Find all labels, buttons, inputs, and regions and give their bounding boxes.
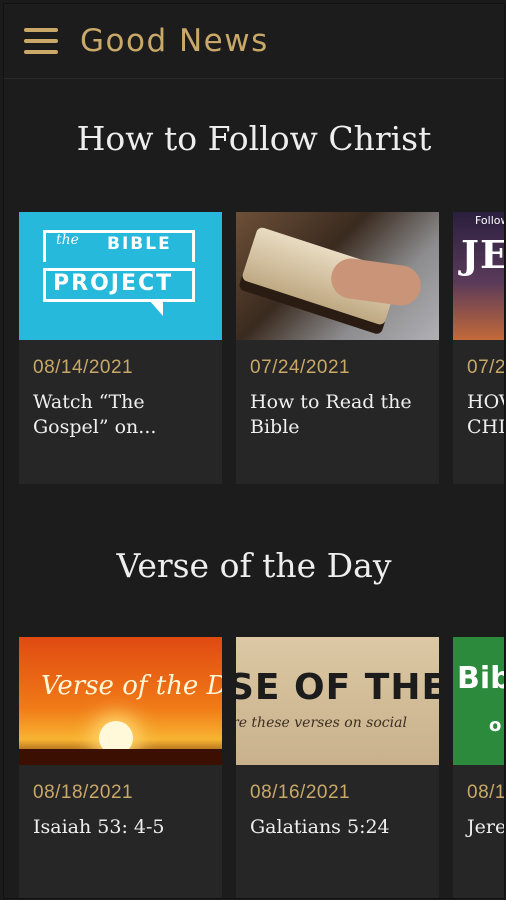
section-title-verse-of-the-day: Verse of the Day (116, 546, 392, 585)
post-title: Isaiah 53: 4-5 (33, 816, 165, 838)
section-title-follow-christ: How to Follow Christ (76, 119, 432, 158)
post-date: 07/24/2021 (250, 357, 351, 378)
post-title: How to Read the Bible (250, 391, 412, 438)
bible-green-thumbnail: Bib o (453, 637, 504, 765)
bible-project-thumbnail: the BIBLE PROJECT (19, 212, 222, 340)
post-date: 07/2 (467, 357, 505, 378)
follow-christ-carousel[interactable]: the BIBLE PROJECT 08/14/2021 Watch “The … (19, 212, 505, 484)
post-card[interactable]: SE OF THE re these verses on social 08/1… (236, 637, 439, 898)
app-bar: Good News (4, 4, 504, 79)
verse-of-the-day-carousel[interactable]: Verse of the Day 08/18/2021 Isaiah 53: 4… (19, 637, 505, 898)
post-date: 08/16/2021 (250, 782, 351, 803)
post-title: Galatians 5:24 (250, 816, 390, 838)
post-date: 08/1 (467, 782, 505, 803)
post-title: Jere (467, 816, 505, 838)
verse-sunset-thumbnail: Verse of the Day (19, 637, 222, 765)
app-title: Good News (80, 23, 269, 59)
post-date: 08/18/2021 (33, 782, 134, 803)
app-screen: Good News How to Follow Christ the BIBLE… (3, 3, 505, 899)
post-card[interactable]: the BIBLE PROJECT 08/14/2021 Watch “The … (19, 212, 222, 484)
verse-of-the-day-thumbnail: SE OF THE re these verses on social (236, 637, 439, 765)
post-date: 08/14/2021 (33, 357, 134, 378)
post-card[interactable]: Verse of the Day 08/18/2021 Isaiah 53: 4… (19, 637, 222, 898)
post-card[interactable]: Follow JES 07/2 HOV CHI (453, 212, 505, 484)
post-card[interactable]: 07/24/2021 How to Read the Bible (236, 212, 439, 484)
follow-jesus-thumbnail: Follow JES (453, 212, 504, 340)
post-title: Watch “The Gospel” on... (33, 391, 157, 438)
reading-bible-thumbnail (236, 212, 439, 340)
hamburger-menu-icon[interactable] (24, 28, 58, 54)
post-title: HOV CHI (467, 391, 505, 438)
post-card[interactable]: Bib o 08/1 Jere (453, 637, 505, 898)
